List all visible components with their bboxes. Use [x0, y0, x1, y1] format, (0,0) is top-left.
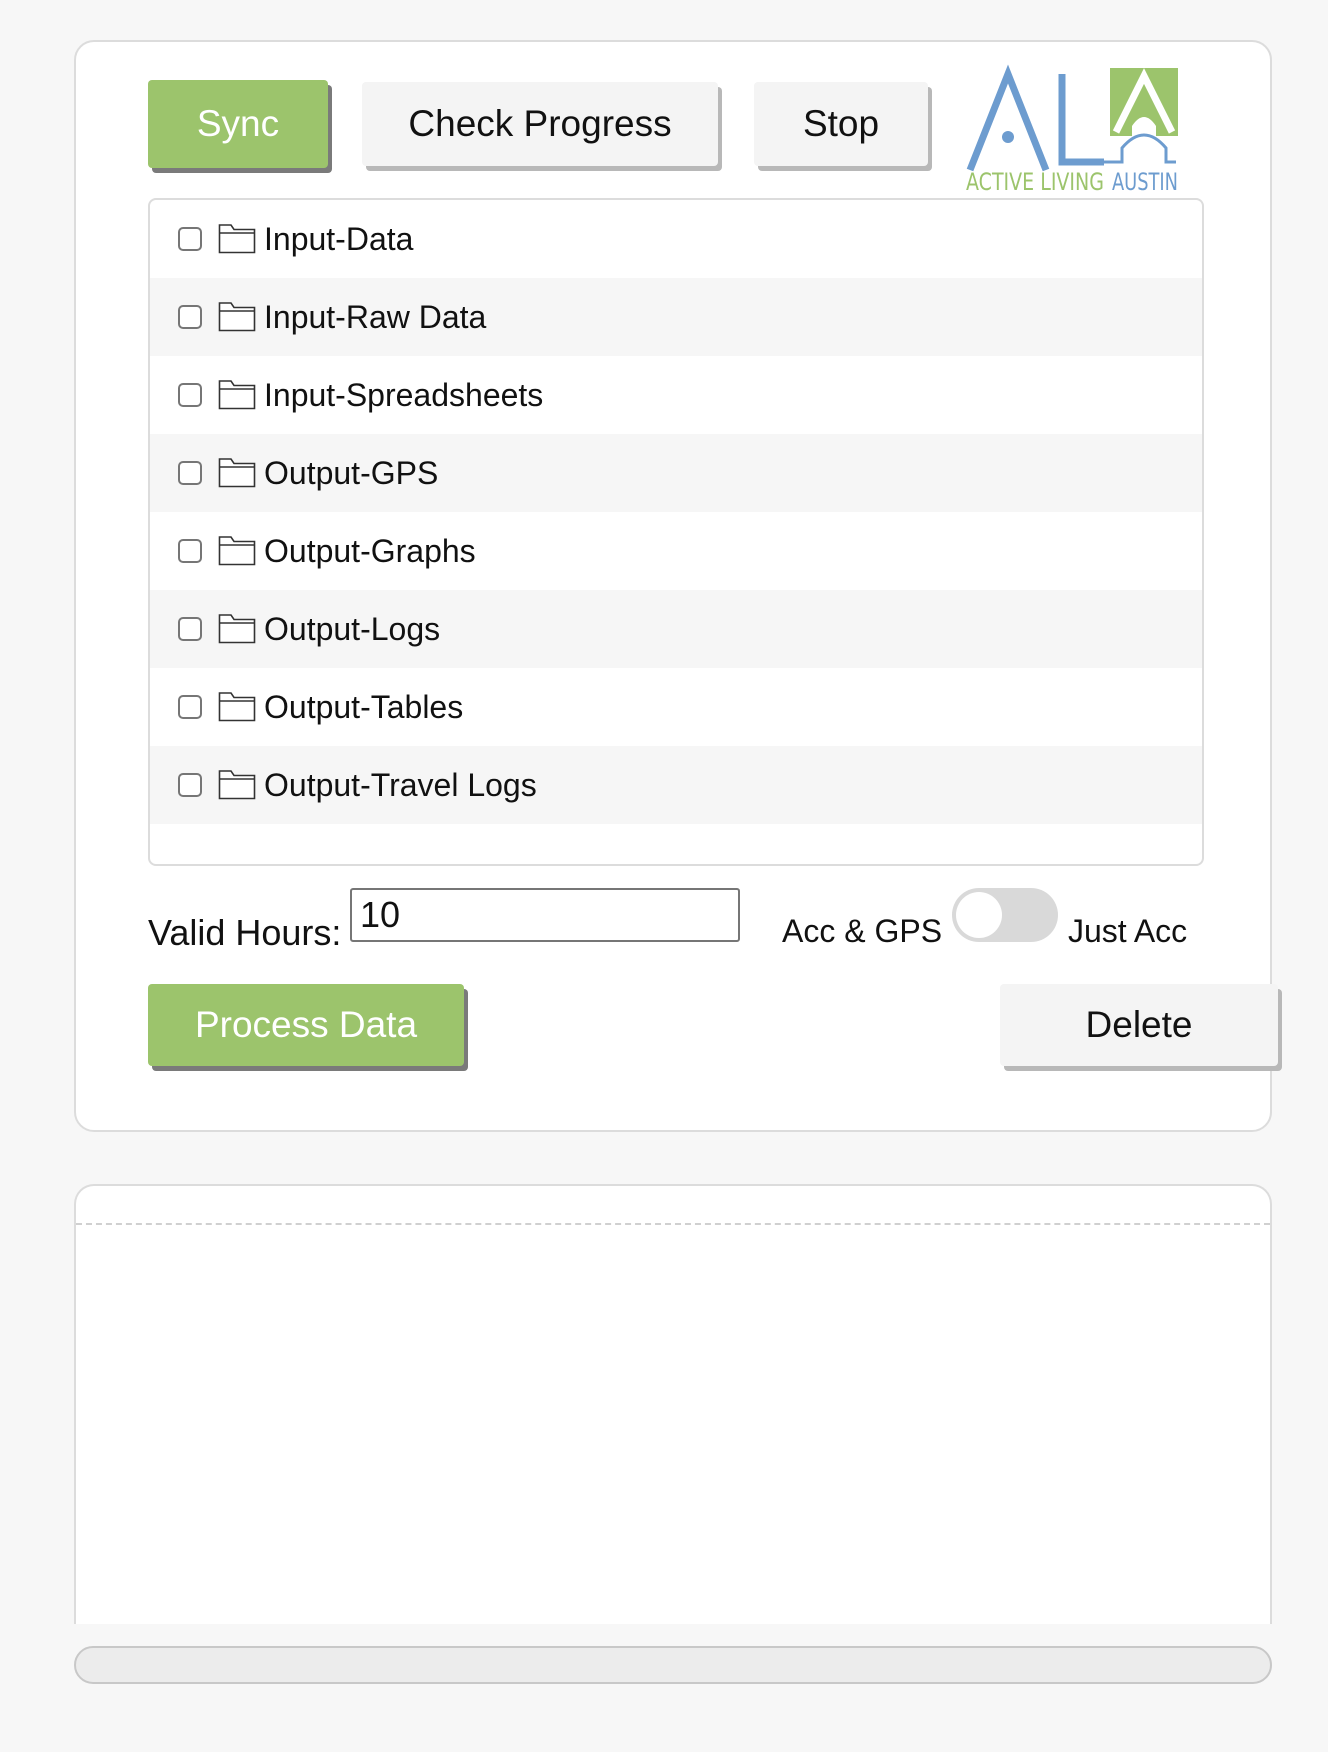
folder-name: Output-GPS — [264, 454, 439, 491]
toggle-knob — [956, 892, 1002, 938]
logo-tagline-austin: AUSTIN — [1112, 168, 1178, 192]
mode-toggle-switch[interactable] — [952, 888, 1058, 942]
active-living-austin-logo: ACTIVE LIVING AUSTIN — [966, 64, 1178, 192]
folder-icon — [218, 536, 256, 566]
folder-checkbox[interactable] — [178, 773, 202, 797]
sync-button[interactable]: Sync — [148, 80, 328, 168]
folder-row[interactable]: Output-GPS — [150, 434, 1202, 512]
delete-button[interactable]: Delete — [1000, 984, 1278, 1066]
folder-checkbox[interactable] — [178, 305, 202, 329]
folder-icon — [218, 302, 256, 332]
folder-name: Output-Tables — [264, 688, 464, 725]
check-progress-button[interactable]: Check Progress — [362, 82, 718, 166]
folder-icon — [218, 614, 256, 644]
valid-hours-input[interactable] — [350, 888, 740, 942]
folder-row[interactable]: Output-Tables — [150, 668, 1202, 746]
folder-name: Input-Spreadsheets — [264, 376, 544, 413]
folder-checkbox[interactable] — [178, 539, 202, 563]
folder-list: Input-Data Input-Raw Data Input-Spreadshee… — [148, 198, 1204, 866]
folder-checkbox[interactable] — [178, 227, 202, 251]
progress-bar — [74, 1646, 1272, 1684]
acc-gps-label: Acc & GPS — [782, 913, 943, 949]
folder-row[interactable]: Input-Spreadsheets — [150, 356, 1202, 434]
folder-name: Input-Data — [264, 220, 414, 257]
folder-name: Output-Graphs — [264, 532, 476, 569]
folder-checkbox[interactable] — [178, 383, 202, 407]
output-divider — [76, 1223, 1270, 1225]
output-panel — [74, 1184, 1272, 1624]
folder-name: Output-Travel Logs — [264, 766, 537, 803]
folder-checkbox[interactable] — [178, 695, 202, 719]
just-acc-label: Just Acc — [1068, 913, 1188, 949]
logo-tagline-active: ACTIVE LIVING — [966, 168, 1104, 192]
stop-button[interactable]: Stop — [754, 82, 928, 166]
folder-row[interactable]: Output-Graphs — [150, 512, 1202, 590]
folder-icon — [218, 224, 256, 254]
folder-row[interactable]: Output-Travel Logs — [150, 746, 1202, 824]
process-data-button[interactable]: Process Data — [148, 984, 464, 1066]
folder-row[interactable]: Input-Data — [150, 200, 1202, 278]
folder-name: Input-Raw Data — [264, 298, 487, 335]
folder-icon — [218, 770, 256, 800]
valid-hours-label: Valid Hours: — [148, 912, 342, 953]
folder-row[interactable]: Input-Raw Data — [150, 278, 1202, 356]
folder-checkbox[interactable] — [178, 617, 202, 641]
folder-name: Output-Logs — [264, 610, 441, 647]
folder-checkbox[interactable] — [178, 461, 202, 485]
folder-icon — [218, 458, 256, 488]
folder-row[interactable]: Output-Logs — [150, 590, 1202, 668]
folder-icon — [218, 692, 256, 722]
folder-icon — [218, 380, 256, 410]
control-panel: Sync Check Progress Stop ACTIVE LIVING A… — [74, 40, 1278, 1132]
